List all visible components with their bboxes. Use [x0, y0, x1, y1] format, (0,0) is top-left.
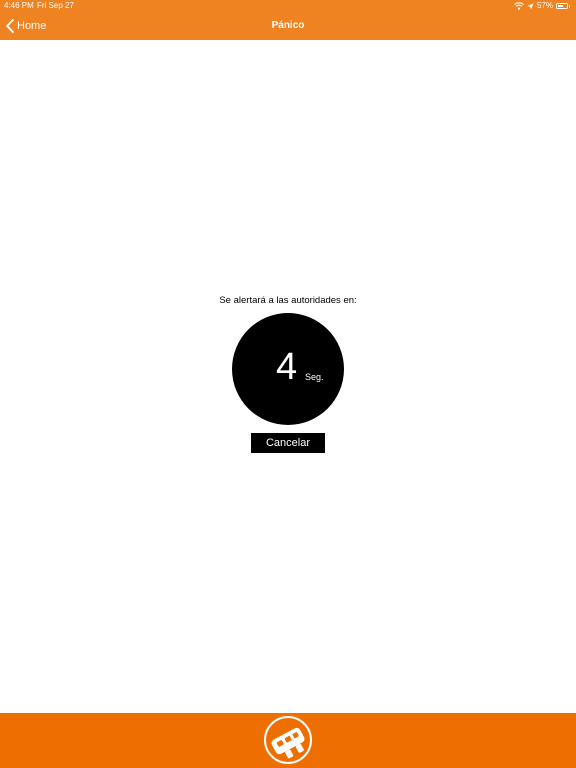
- bottom-bar: [0, 713, 576, 768]
- battery-tip: [568, 4, 570, 8]
- page-title: Pánico: [271, 20, 305, 31]
- battery-icon: [556, 3, 570, 9]
- countdown-unit: Seg.: [305, 372, 324, 382]
- status-bar: 4:46 PM Fri Sep 27 57%: [0, 0, 576, 12]
- battery-body: [556, 3, 568, 9]
- cancel-button[interactable]: Cancelar: [251, 433, 325, 453]
- chevron-left-icon: [6, 19, 14, 33]
- alert-message: Se alertará a las autoridades en:: [219, 295, 357, 306]
- countdown-circle: 4 Seg.: [232, 313, 344, 425]
- location-arrow-icon: [527, 3, 534, 10]
- status-time: 4:46 PM: [4, 1, 34, 10]
- status-indicators: 57%: [514, 0, 570, 12]
- status-date: Fri Sep 27: [37, 1, 74, 10]
- back-button[interactable]: Home: [6, 17, 46, 35]
- battery-percent: 57%: [536, 1, 553, 10]
- panic-button-logo-icon[interactable]: [263, 715, 313, 765]
- top-bar: 4:46 PM Fri Sep 27 57% Home Pánico: [0, 0, 576, 40]
- wifi-icon: [514, 2, 524, 10]
- countdown-number: 4: [276, 346, 298, 388]
- back-button-label: Home: [17, 20, 47, 32]
- battery-fill: [558, 5, 563, 7]
- navigation-bar: Home Pánico: [0, 12, 576, 40]
- panic-screen: 4:46 PM Fri Sep 27 57% Home Pánico Se al…: [0, 0, 576, 768]
